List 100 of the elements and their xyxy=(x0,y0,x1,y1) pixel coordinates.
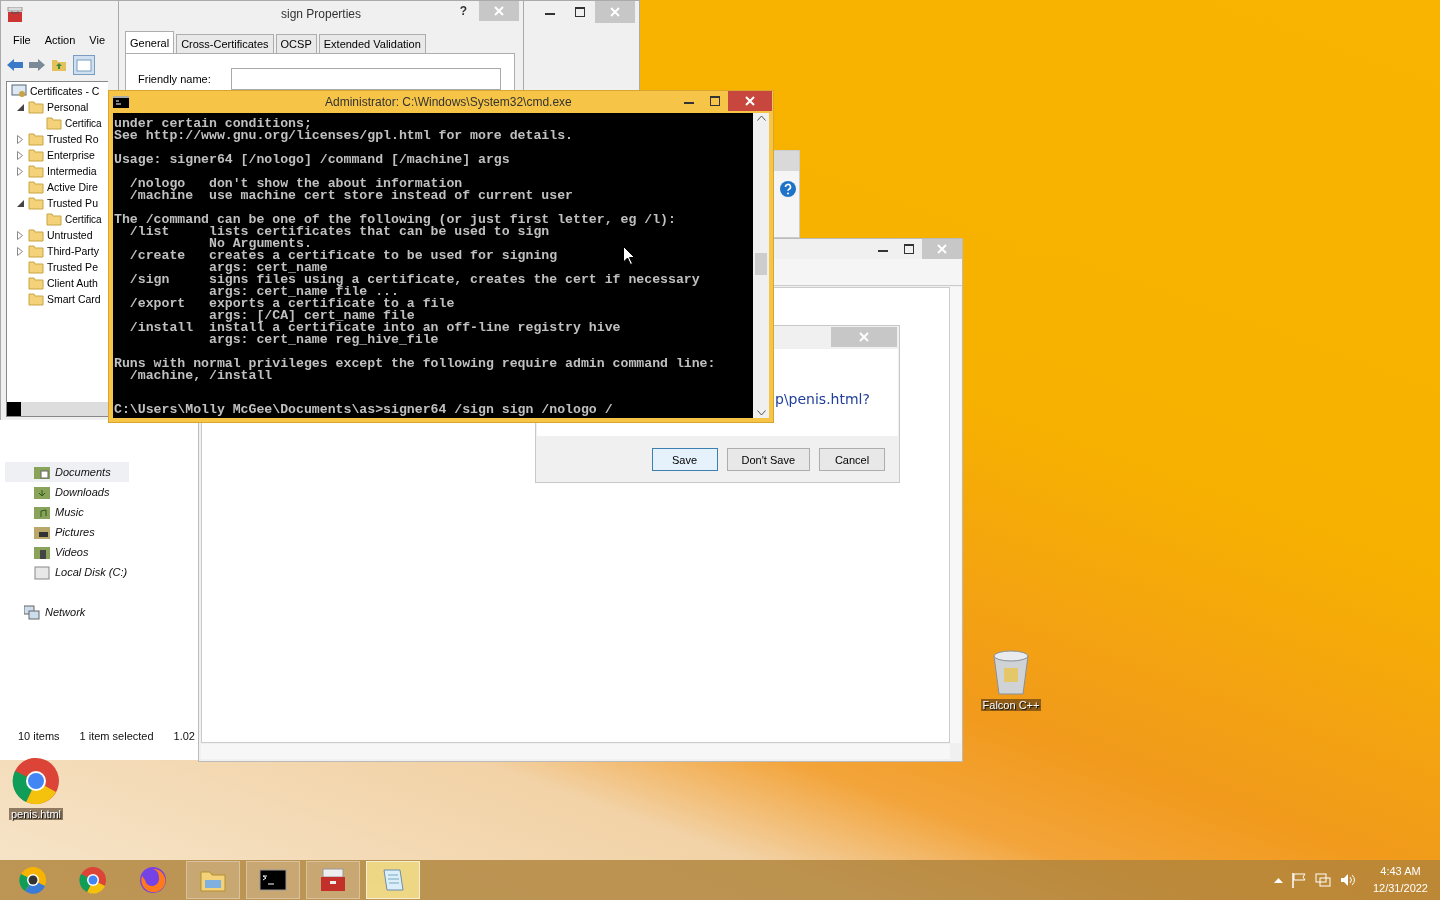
expand-triangle-icon[interactable] xyxy=(17,134,23,144)
horizontal-scrollbar[interactable] xyxy=(201,744,950,759)
browser-logo-icon[interactable] xyxy=(12,757,60,805)
dialog-button[interactable]: Don't Save xyxy=(726,448,810,471)
console-line: The /command can be one of the following (or just first letter, eg /l): xyxy=(114,214,676,226)
help-icon[interactable] xyxy=(780,181,796,197)
collapse-triangle-icon[interactable] xyxy=(16,199,24,207)
maximize-icon[interactable] xyxy=(575,7,585,17)
console-line: args: cert_name file ... xyxy=(207,286,399,298)
scroll-down-icon[interactable] xyxy=(756,410,766,416)
console-line: /create creates a certificate to be used for signing xyxy=(128,250,558,262)
maximize-icon[interactable] xyxy=(904,244,914,254)
tab[interactable]: General xyxy=(125,31,175,53)
tree-item[interactable]: Untrusted xyxy=(47,229,93,241)
folder-icon xyxy=(28,196,44,210)
console-line: /export exports a certificate to a file xyxy=(128,298,455,310)
tree-item[interactable]: Intermedia xyxy=(47,165,97,177)
tree-item[interactable]: Trusted Ro xyxy=(47,133,99,145)
menu-item[interactable]: Action xyxy=(44,34,76,46)
friendly-name-field[interactable] xyxy=(230,68,501,90)
console-line: /machine use machine cert store instead of current user xyxy=(128,190,573,202)
nav-item[interactable]: Network xyxy=(5,602,105,622)
back-arrow-icon[interactable] xyxy=(7,59,23,71)
folder-icon xyxy=(28,132,44,146)
tree-item[interactable]: Client Auth xyxy=(47,277,98,289)
dialog-button[interactable]: Save xyxy=(651,448,718,471)
close-icon[interactable] xyxy=(745,96,755,106)
expand-triangle-icon[interactable] xyxy=(17,150,23,160)
nav-item[interactable]: Pictures xyxy=(5,522,129,542)
scroll-thumb[interactable] xyxy=(755,253,767,275)
flag-icon[interactable] xyxy=(1291,872,1306,888)
console-icon xyxy=(259,866,287,894)
tab[interactable]: Cross-Certificates xyxy=(176,34,274,53)
window-title: sign Properties xyxy=(280,7,361,21)
console-prompt[interactable]: C:\Users\Molly McGee\Documents\as>signer64 /sign sign /nologo / xyxy=(114,404,613,416)
status-text: 1 item selected xyxy=(79,730,154,742)
console-line: /machine, /install xyxy=(128,370,273,382)
tree-item[interactable]: Smart Card xyxy=(47,293,101,305)
nav-label: Documents xyxy=(55,466,111,478)
volume-icon[interactable] xyxy=(1339,873,1356,887)
console-line: args: cert_name reg_hive_file xyxy=(207,334,439,346)
nav-label: Music xyxy=(55,506,84,518)
taskbar-button[interactable] xyxy=(246,861,300,899)
tree-item[interactable]: Certifica xyxy=(65,213,102,225)
nav-item[interactable]: Music xyxy=(5,502,129,522)
certificate-store-icon xyxy=(11,84,27,98)
browser-logo-icon xyxy=(19,866,47,894)
nav-item[interactable]: Documents xyxy=(5,462,129,482)
tree-item[interactable]: Enterprise xyxy=(47,149,95,161)
music-folder-icon xyxy=(34,504,50,520)
tree-item[interactable]: Trusted Pe xyxy=(47,261,98,273)
desktop-icon-label[interactable]: penis.html xyxy=(8,808,64,820)
tree-item[interactable]: Certificates - C xyxy=(30,85,100,97)
network-icon[interactable] xyxy=(1314,872,1331,888)
help-button[interactable]: ? xyxy=(459,4,467,18)
tab[interactable]: Extended Validation xyxy=(318,34,426,53)
folder-up-icon[interactable] xyxy=(51,58,67,72)
trash-can-icon[interactable] xyxy=(991,650,1031,696)
status-text: 10 items xyxy=(18,730,60,742)
menu-item[interactable]: Vie xyxy=(89,34,105,46)
desktop-icon-label[interactable]: Falcon C++ xyxy=(980,699,1042,711)
console-line: Runs with normal privileges except the following require admin command line: xyxy=(114,358,716,370)
collapse-triangle-icon[interactable] xyxy=(16,103,24,111)
tree-item[interactable]: Personal xyxy=(47,101,89,113)
tree-item[interactable]: Trusted Pu xyxy=(47,197,98,209)
disk-drive-icon xyxy=(34,564,50,580)
maximize-icon[interactable] xyxy=(710,96,720,106)
nav-item[interactable]: Videos xyxy=(5,542,129,562)
expand-triangle-icon[interactable] xyxy=(17,166,23,176)
console-line: See http://www.gnu.org/licenses/gpl.html for more details. xyxy=(114,130,573,142)
close-button[interactable] xyxy=(728,91,772,111)
expand-triangle-icon[interactable] xyxy=(17,246,23,256)
console-tree-icon[interactable] xyxy=(73,55,95,75)
vertical-scrollbar[interactable] xyxy=(950,287,961,743)
tree-item[interactable]: Certifica xyxy=(65,117,102,129)
dialog-button[interactable]: Cancel xyxy=(819,448,885,471)
nav-label: Pictures xyxy=(55,526,95,538)
forward-arrow-icon[interactable] xyxy=(29,59,45,71)
nav-item[interactable]: Downloads xyxy=(5,482,129,502)
horizontal-scrollbar[interactable] xyxy=(7,402,108,416)
pictures-folder-icon xyxy=(34,524,50,540)
tree-item[interactable]: Active Dire xyxy=(47,181,98,193)
tree-item[interactable]: Third-Party xyxy=(47,245,99,257)
nav-item[interactable]: Local Disk (C:) xyxy=(5,562,129,582)
folder-icon xyxy=(46,212,62,226)
folder-icon xyxy=(28,292,44,306)
expand-triangle-icon[interactable] xyxy=(17,230,23,240)
chevron-up-icon[interactable] xyxy=(1273,877,1283,883)
folder-icon xyxy=(28,244,44,258)
tab[interactable]: OCSP xyxy=(275,34,317,53)
browser-logo-icon xyxy=(139,866,167,894)
vertical-scrollbar[interactable] xyxy=(753,113,769,418)
menu-item[interactable]: File xyxy=(13,34,31,46)
nav-label: Videos xyxy=(55,546,89,558)
folder-icon xyxy=(28,148,44,162)
scroll-up-icon[interactable] xyxy=(756,115,766,121)
console-line: args: cert_name xyxy=(207,262,328,274)
console-line: No Arguments. xyxy=(207,238,312,250)
folder-icon xyxy=(28,100,44,114)
console-line: args: [/CA] cert_name file xyxy=(207,310,415,322)
